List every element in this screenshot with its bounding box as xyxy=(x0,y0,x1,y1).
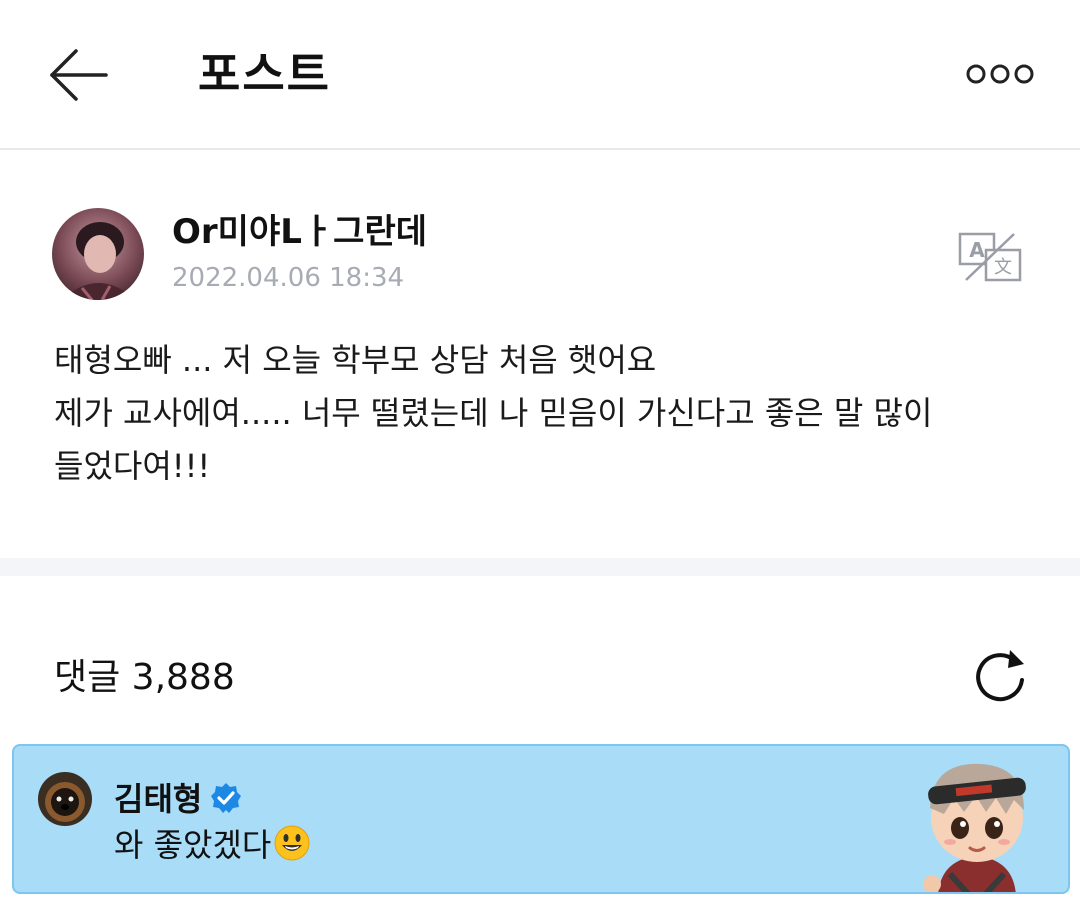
author-avatar[interactable] xyxy=(52,208,144,300)
comment-count: 댓글 3,888 xyxy=(54,657,235,698)
page-title: 포스트 xyxy=(198,47,331,101)
comments-header: 댓글 3,888 xyxy=(0,576,1080,742)
post-timestamp: 2022.04.06 18:34 xyxy=(172,263,405,293)
section-divider xyxy=(0,558,1080,576)
back-button[interactable] xyxy=(44,40,114,110)
comment-text: 와 좋았겠다 xyxy=(114,822,311,868)
verified-badge xyxy=(210,782,242,814)
top-app-bar: 포스트 xyxy=(0,0,1080,150)
tata-character-icon xyxy=(923,763,1026,892)
verified-badge-icon xyxy=(211,783,241,813)
arrow-left-icon xyxy=(50,49,108,101)
translate-button[interactable]: A 文 xyxy=(952,230,1028,286)
smiley-emoji-icon xyxy=(274,825,310,861)
more-dots-icon xyxy=(966,64,1034,84)
dog-avatar-image xyxy=(38,772,92,826)
more-options-button[interactable] xyxy=(962,56,1038,92)
highlighted-comment[interactable]: 김태형 와 좋았겠다 xyxy=(12,744,1070,894)
post-body: 태형오빠 ... 저 오늘 학부모 상담 처음 햇어요 제가 교사에여.....… xyxy=(54,334,1044,493)
refresh-icon xyxy=(976,650,1024,702)
post-card: Or미야Lㅏ그란데 2022.04.06 18:34 A 文 태형오빠 ... … xyxy=(0,150,1080,558)
post-line: 들었다여!!! xyxy=(54,447,211,485)
avatar-image xyxy=(52,208,144,300)
post-line: 제가 교사에여..... 너무 떨렸는데 나 믿음이 가신다고 좋은 말 많이 xyxy=(54,394,933,432)
author-name[interactable]: Or미야Lㅏ그란데 xyxy=(172,208,427,256)
svg-text:A: A xyxy=(969,238,985,262)
comment-body: 와 좋았겠다 xyxy=(114,826,272,864)
commenter-avatar[interactable] xyxy=(38,772,92,826)
translate-icon: A 文 xyxy=(958,232,1022,282)
character-sticker xyxy=(910,756,1044,892)
svg-text:文: 文 xyxy=(994,257,1012,278)
commenter-name[interactable]: 김태형 xyxy=(114,776,202,822)
refresh-button[interactable] xyxy=(970,646,1034,710)
post-line: 태형오빠 ... 저 오늘 학부모 상담 처음 햇어요 xyxy=(54,341,657,379)
